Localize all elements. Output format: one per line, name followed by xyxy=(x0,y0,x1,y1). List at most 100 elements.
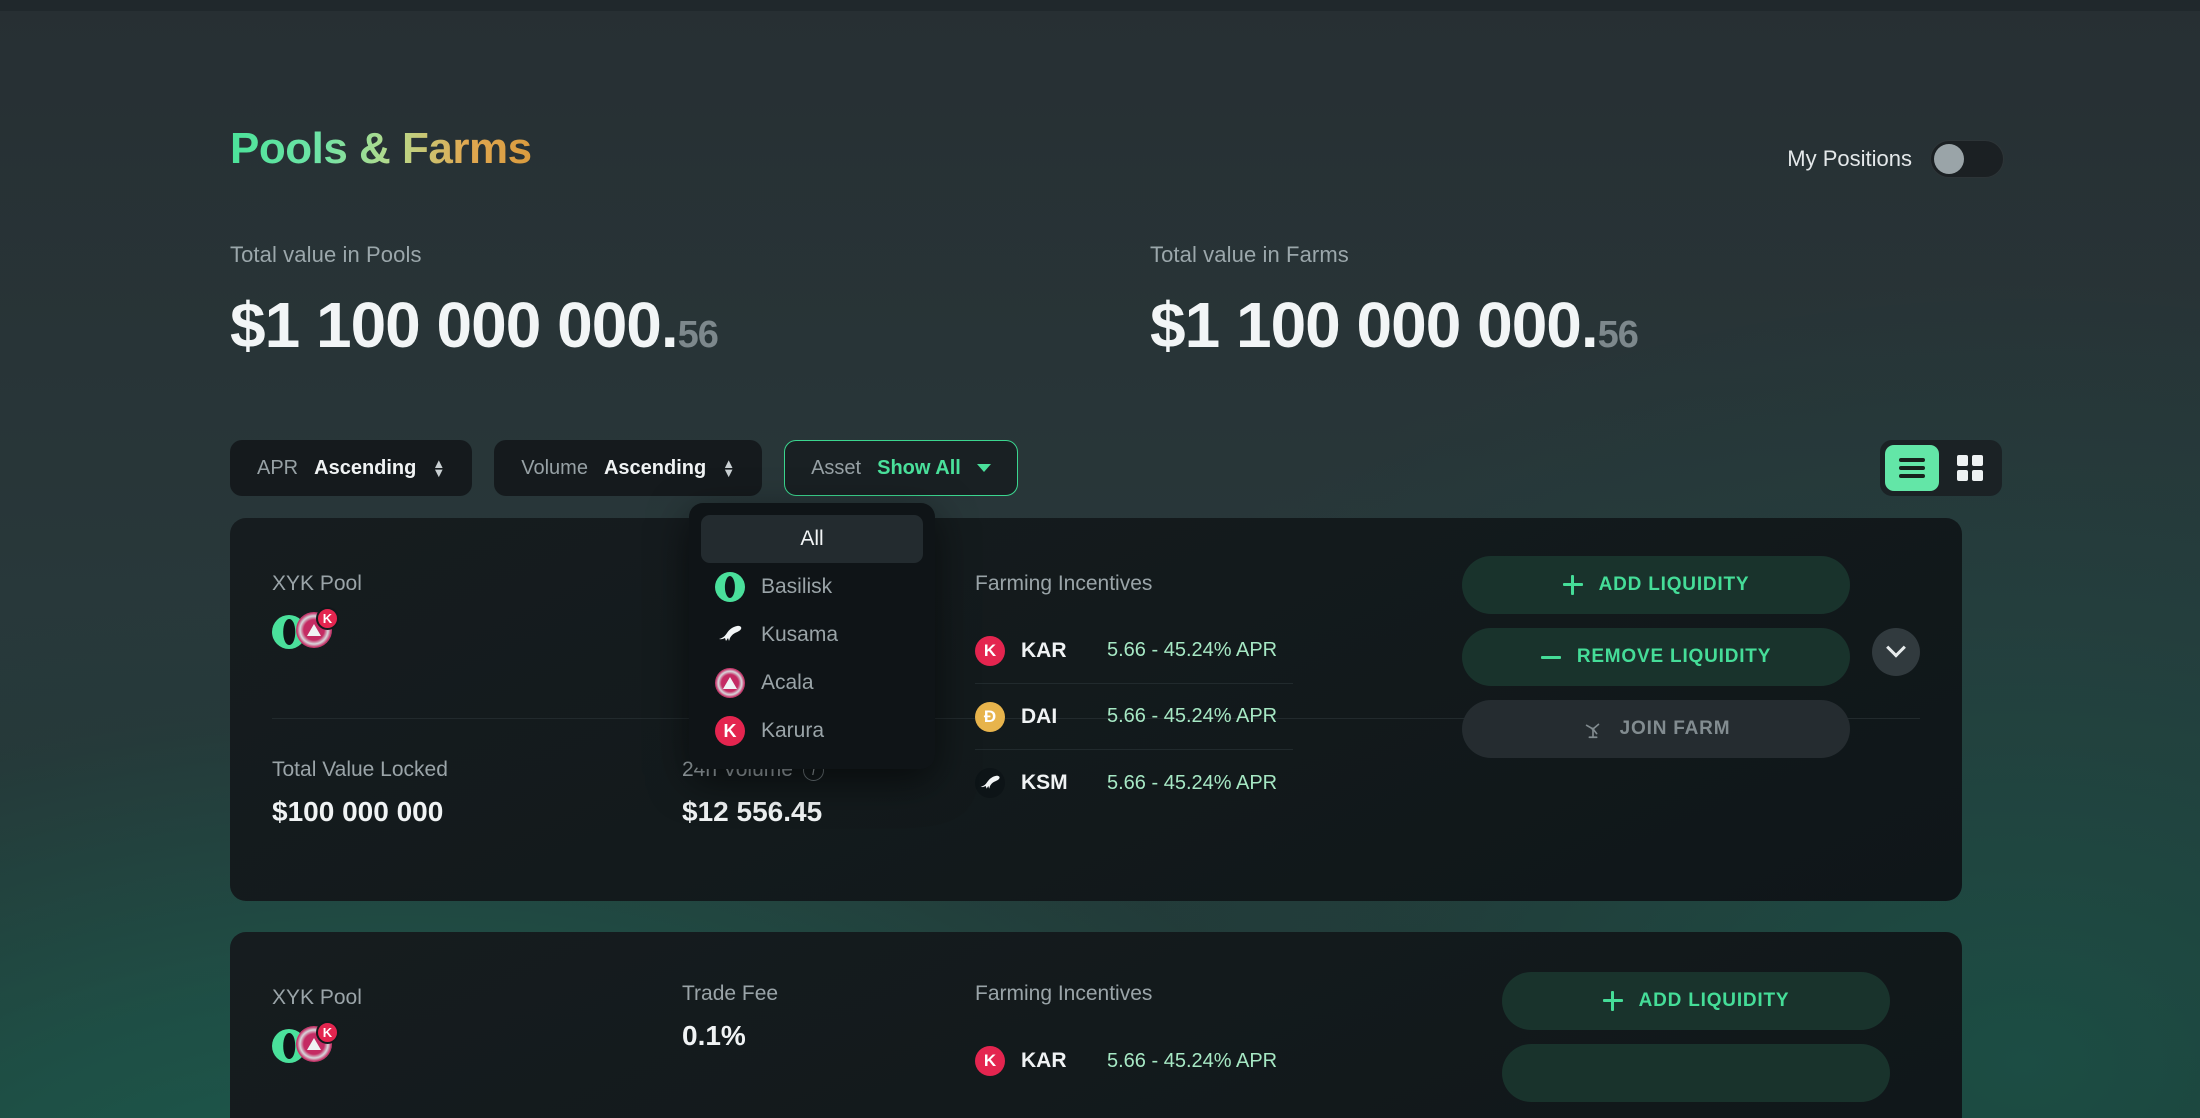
dropdown-item-label: Acala xyxy=(761,671,814,694)
filter-asset[interactable]: Asset Show All xyxy=(784,440,1018,496)
dropdown-item-label: Kusama xyxy=(761,623,839,646)
stat-value: $1 100 000 000.56 xyxy=(230,288,719,362)
asset-dropdown-menu: All Basilisk Kusama Acala K Karura xyxy=(689,503,935,769)
filter-value-label: Ascending xyxy=(603,456,707,479)
action-button-stack: ADD LIQUIDITY REMOVE LIQUIDITY JOIN FARM xyxy=(1462,556,1850,758)
list-view-icon xyxy=(1899,458,1925,478)
pool-identity: XYK Pool K xyxy=(272,572,362,652)
join-farm-label: JOIN FARM xyxy=(1619,718,1731,739)
filter-volume[interactable]: Volume Ascending ▲ ▼ xyxy=(494,440,763,496)
filter-value-label: Show All xyxy=(877,456,961,479)
karura-badge-icon: K xyxy=(316,607,339,630)
dropdown-item-basilisk[interactable]: Basilisk xyxy=(701,563,923,611)
metric-value: $12 556.45 xyxy=(682,796,823,827)
filter-value-label: Ascending xyxy=(314,456,417,479)
incentive-symbol: KSM xyxy=(1021,771,1068,794)
plus-icon xyxy=(1602,991,1623,1011)
incentives-list: K KAR 5.66 - 45.24% APR xyxy=(975,1028,1293,1094)
dai-icon: Đ xyxy=(975,701,1005,732)
stat-value-fraction: 56 xyxy=(1597,314,1639,356)
pool-type-label: XYK Pool xyxy=(272,986,362,1009)
expand-card-button[interactable] xyxy=(1872,628,1920,676)
incentive-symbol: KAR xyxy=(1021,1049,1067,1072)
view-switch xyxy=(1880,440,2002,496)
action-button-stack: ADD LIQUIDITY xyxy=(1502,972,1890,1102)
incentive-apr: 5.66 - 45.24% APR xyxy=(1107,771,1278,794)
dropdown-item-label: Basilisk xyxy=(761,575,833,598)
dropdown-item-all[interactable]: All xyxy=(701,515,923,563)
pool-actions: ADD LIQUIDITY xyxy=(1502,972,1890,1102)
metric-value: $100 000 000 xyxy=(272,796,444,827)
incentive-apr: 5.66 - 45.24% APR xyxy=(1107,705,1278,727)
grid-view-icon xyxy=(1957,455,1983,481)
karura-icon: K xyxy=(715,716,745,746)
stat-label: Total value in Pools xyxy=(230,242,422,267)
incentive-row: Đ DAI 5.66 - 45.24% APR xyxy=(975,684,1293,750)
remove-liquidity-button[interactable]: REMOVE LIQUIDITY xyxy=(1462,628,1850,686)
incentive-row: KSM 5.66 - 45.24% APR xyxy=(975,750,1293,816)
filter-key-label: Asset xyxy=(811,456,862,479)
farming-incentives-title: Farming Incentives xyxy=(975,982,1153,1005)
dropdown-item-kusama[interactable]: Kusama xyxy=(701,611,923,659)
metric-value: 0.1% xyxy=(682,1020,746,1051)
browser-top-bar xyxy=(0,0,2200,11)
add-liquidity-button[interactable]: ADD LIQUIDITY xyxy=(1502,972,1890,1030)
my-positions-toggle[interactable] xyxy=(1930,140,2004,178)
metric-trade-fee: Trade Fee 0.1% xyxy=(682,982,778,1052)
pool-card[interactable]: XYK Pool K Total Value Locked $100 000 0… xyxy=(230,518,1962,901)
incentive-row: K KAR 5.66 - 45.24% APR xyxy=(975,618,1293,684)
stat-total-value-farms: Total value in Farms $1 100 000 000.56 xyxy=(1150,242,1639,362)
incentive-symbol: DAI xyxy=(1021,704,1058,728)
pool-actions: ADD LIQUIDITY REMOVE LIQUIDITY JOIN FARM xyxy=(1462,556,1920,758)
grid-view-button[interactable] xyxy=(1943,445,1997,491)
pool-type-label: XYK Pool xyxy=(272,572,362,595)
metric-label: Trade Fee xyxy=(682,982,779,1005)
filter-bar: APR Ascending ▲ ▼ Volume Ascending ▲ ▼ Ass… xyxy=(230,440,1018,496)
my-positions-control[interactable]: My Positions xyxy=(1787,140,2004,178)
pools-and-farms-page: Pools & Farms My Positions Total value i… xyxy=(0,0,2200,1118)
stat-value: $1 100 000 000.56 xyxy=(1150,288,1639,362)
add-liquidity-button[interactable]: ADD LIQUIDITY xyxy=(1462,556,1850,614)
join-farm-button: JOIN FARM xyxy=(1462,700,1850,758)
incentive-apr: 5.66 - 45.24% APR xyxy=(1107,639,1278,661)
stat-value-whole: $1 100 000 000. xyxy=(1150,289,1599,361)
basilisk-icon xyxy=(715,572,745,602)
dropdown-item-acala[interactable]: Acala xyxy=(701,659,923,707)
stat-value-fraction: 56 xyxy=(677,314,719,356)
incentive-symbol: KAR xyxy=(1021,638,1067,662)
karura-icon: K xyxy=(975,635,1005,666)
pool-identity: XYK Pool K xyxy=(272,986,362,1066)
remove-liquidity-button[interactable] xyxy=(1502,1044,1890,1102)
farming-incentives-section: Farming Incentives K KAR 5.66 - 45.24% A… xyxy=(975,572,1293,816)
toggle-knob xyxy=(1934,144,1964,174)
kusama-bird-icon xyxy=(715,620,745,650)
chevron-down-icon xyxy=(976,464,991,472)
incentive-row: K KAR 5.66 - 45.24% APR xyxy=(975,1028,1293,1094)
acala-karura-pair: K xyxy=(296,1021,339,1066)
minus-icon xyxy=(1540,655,1561,659)
my-positions-label: My Positions xyxy=(1787,146,1912,171)
metric-label: Total Value Locked xyxy=(272,758,448,781)
farming-incentives-section: Farming Incentives K KAR 5.66 - 45.24% A… xyxy=(975,982,1293,1094)
dropdown-item-label: All xyxy=(800,527,824,550)
dropdown-item-karura[interactable]: K Karura xyxy=(701,707,923,755)
stat-total-value-pools: Total value in Pools $1 100 000 000.56 xyxy=(230,242,719,362)
list-view-button[interactable] xyxy=(1885,445,1939,491)
sort-arrows-icon: ▲ ▼ xyxy=(432,455,446,480)
pool-token-pair: K xyxy=(272,607,362,652)
pool-card[interactable]: XYK Pool K Trade Fee 0.1% Farming Incent… xyxy=(230,932,1962,1118)
karura-badge-icon: K xyxy=(316,1021,339,1044)
filter-key-label: Volume xyxy=(521,456,588,479)
filter-apr[interactable]: APR Ascending ▲ ▼ xyxy=(230,440,473,496)
metric-total-value-locked: Total Value Locked $100 000 000 xyxy=(272,758,448,828)
remove-liquidity-label: REMOVE LIQUIDITY xyxy=(1576,646,1772,667)
plus-icon xyxy=(1562,575,1583,595)
add-liquidity-label: ADD LIQUIDITY xyxy=(1598,574,1750,595)
filter-key-label: APR xyxy=(257,456,299,479)
stat-label: Total value in Farms xyxy=(1150,242,1349,267)
stat-value-whole: $1 100 000 000. xyxy=(230,289,679,361)
karura-icon: K xyxy=(975,1046,1005,1076)
sort-arrows-icon: ▲ ▼ xyxy=(722,455,736,480)
incentives-list: K KAR 5.66 - 45.24% APR Đ DAI 5.66 - 45.… xyxy=(975,618,1293,816)
incentive-apr: 5.66 - 45.24% APR xyxy=(1107,1049,1278,1072)
